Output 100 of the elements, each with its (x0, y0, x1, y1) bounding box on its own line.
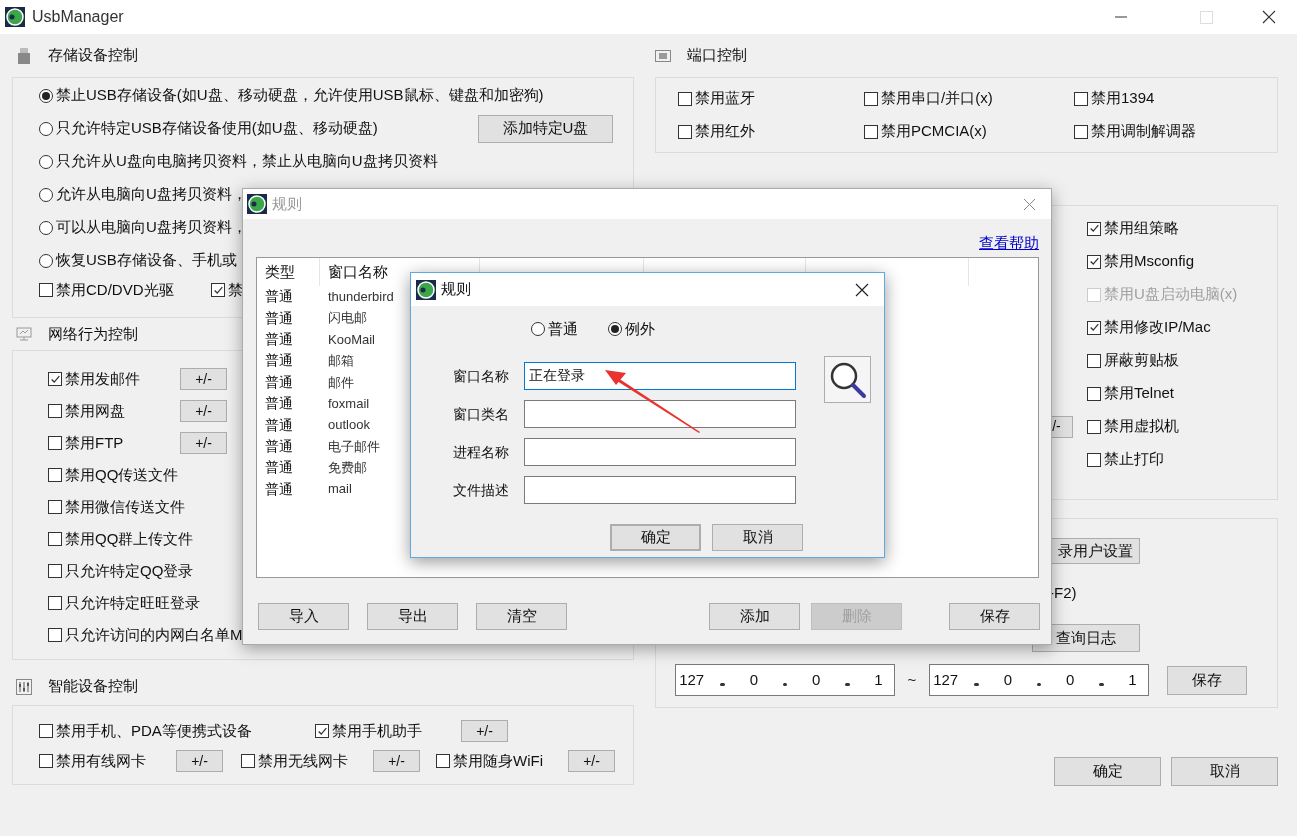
checkbox[interactable] (48, 500, 62, 514)
ip-address-field[interactable]: 127 0 0 1 (675, 664, 895, 696)
checkbox[interactable] (48, 468, 62, 482)
dialog-button[interactable]: 导入 (258, 603, 349, 630)
dialog-button[interactable]: 确定 (1054, 757, 1161, 786)
radio-label: 禁止USB存储设备(如U盘、移动硬盘，允许使用USB鼠标、键盘和加密狗) (56, 85, 544, 106)
text-field[interactable]: 正在登录 (524, 362, 796, 390)
checkbox-label: 禁用手机、PDA等便携式设备 (56, 720, 252, 741)
checkbox[interactable] (48, 436, 62, 450)
checkbox[interactable] (436, 754, 450, 768)
hotkey-text: -F2) (1049, 582, 1077, 603)
checkbox-label: 禁用有线网卡 (56, 750, 146, 771)
table-cell-text: 电子邮件 (327, 437, 380, 456)
table-cell-text: mail (327, 480, 352, 499)
checkbox-label: 禁用网盘 (65, 400, 125, 421)
toggle-button[interactable]: +/- (461, 720, 508, 742)
table-cell-text: KooMail (327, 330, 375, 349)
toggle-button[interactable]: +/- (180, 368, 227, 390)
table-cell-text: 闪电邮 (327, 309, 367, 328)
radio-button[interactable] (39, 187, 53, 202)
checkbox[interactable] (48, 532, 62, 546)
checkbox[interactable] (48, 372, 62, 386)
checkbox-label: 屏蔽剪贴板 (1104, 350, 1179, 371)
toggle-button[interactable]: +/- (568, 750, 615, 772)
checkbox-label: 禁 (228, 279, 243, 300)
checkbox-label: 只允许访问的内网白名单M (65, 624, 243, 645)
add-drive-button[interactable]: 添加特定U盘 (478, 114, 613, 143)
checkbox-label: 禁用QQ群上传文件 (65, 528, 194, 549)
table-cell-text: 普通 (264, 436, 294, 456)
radio-button[interactable] (39, 154, 53, 169)
app-icon (5, 7, 25, 27)
help-link[interactable]: 查看帮助 (979, 231, 1039, 255)
checkbox[interactable] (39, 754, 53, 768)
table-cell-text: outlook (327, 416, 370, 435)
checkbox-label: 禁用虚拟机 (1104, 416, 1179, 437)
checkbox[interactable] (864, 91, 878, 106)
toggle-button[interactable]: +/- (176, 750, 223, 772)
radio-button[interactable] (531, 322, 545, 336)
dialog-button[interactable]: 取消 (1171, 757, 1278, 786)
field-label: 窗口名称 (452, 366, 510, 386)
checkbox[interactable] (1087, 353, 1101, 368)
checkbox[interactable] (1087, 452, 1101, 467)
dialog-button[interactable]: 添加 (709, 603, 800, 630)
ip-address-field[interactable]: 127 0 0 1 (929, 664, 1149, 696)
checkbox[interactable] (678, 91, 692, 106)
radio-button[interactable] (39, 220, 53, 235)
toggle-button[interactable]: +/- (180, 400, 227, 422)
toggle-button[interactable]: +/- (180, 432, 227, 454)
dialog-button[interactable]: 导出 (367, 603, 458, 630)
checkbox[interactable] (241, 754, 255, 768)
checkbox[interactable] (1087, 254, 1101, 269)
app-icon (416, 279, 436, 300)
text-field[interactable] (524, 438, 796, 466)
table-cell-text: 普通 (264, 479, 294, 499)
search-button[interactable] (824, 356, 871, 403)
checkbox-label: 禁用1394 (1091, 88, 1155, 109)
dialog-title: 规则 (441, 279, 471, 300)
checkbox[interactable] (39, 724, 53, 738)
radio-label: 例外 (625, 318, 655, 339)
checkbox[interactable] (211, 283, 225, 297)
radio-button[interactable] (39, 121, 53, 136)
table-cell-text: 普通 (264, 287, 294, 307)
checkbox[interactable] (1087, 419, 1101, 434)
close-icon[interactable] (855, 282, 869, 297)
checkbox[interactable] (315, 724, 329, 738)
dialog-button[interactable]: 清空 (476, 603, 567, 630)
section-title: 网络行为控制 (48, 323, 138, 344)
checkbox[interactable] (1074, 91, 1088, 106)
checkbox-label: 禁用无线网卡 (258, 750, 348, 771)
dialog-button[interactable]: 确定 (610, 524, 701, 551)
checkbox-label: 禁用QQ传送文件 (65, 464, 179, 485)
checkbox[interactable] (1074, 124, 1088, 139)
checkbox[interactable] (1087, 320, 1101, 335)
section-title: 智能设备控制 (48, 676, 138, 697)
save-button[interactable]: 保存 (1167, 665, 1247, 695)
text-field[interactable] (524, 476, 796, 504)
radio-button[interactable] (39, 88, 53, 103)
checkbox[interactable] (1087, 221, 1101, 236)
checkbox[interactable] (48, 404, 62, 418)
checkbox[interactable] (864, 124, 878, 139)
checkbox[interactable] (1087, 386, 1101, 401)
toggle-button[interactable]: +/- (373, 750, 420, 772)
checkbox-label: 禁用U盘启动电脑(x) (1104, 284, 1238, 305)
checkbox[interactable] (39, 283, 53, 297)
checkbox[interactable] (678, 124, 692, 139)
checkbox[interactable] (48, 628, 62, 642)
dialog-title: 规则 (272, 193, 302, 214)
checkbox[interactable] (48, 596, 62, 610)
radio-button[interactable] (39, 253, 53, 268)
text-field[interactable] (524, 400, 796, 428)
radio-label: 允许从电脑向U盘拷贝资料， (56, 184, 247, 205)
table-cell-text: 普通 (264, 458, 294, 478)
dialog-button[interactable]: 保存 (949, 603, 1040, 630)
radio-button[interactable] (608, 322, 622, 336)
column-header: 类型 (265, 261, 295, 282)
checkbox-label: 禁用串口/并口(x) (881, 88, 993, 109)
close-icon[interactable] (1262, 10, 1276, 24)
sliders-icon (16, 678, 32, 695)
dialog-button[interactable]: 取消 (712, 524, 803, 551)
checkbox[interactable] (48, 564, 62, 578)
